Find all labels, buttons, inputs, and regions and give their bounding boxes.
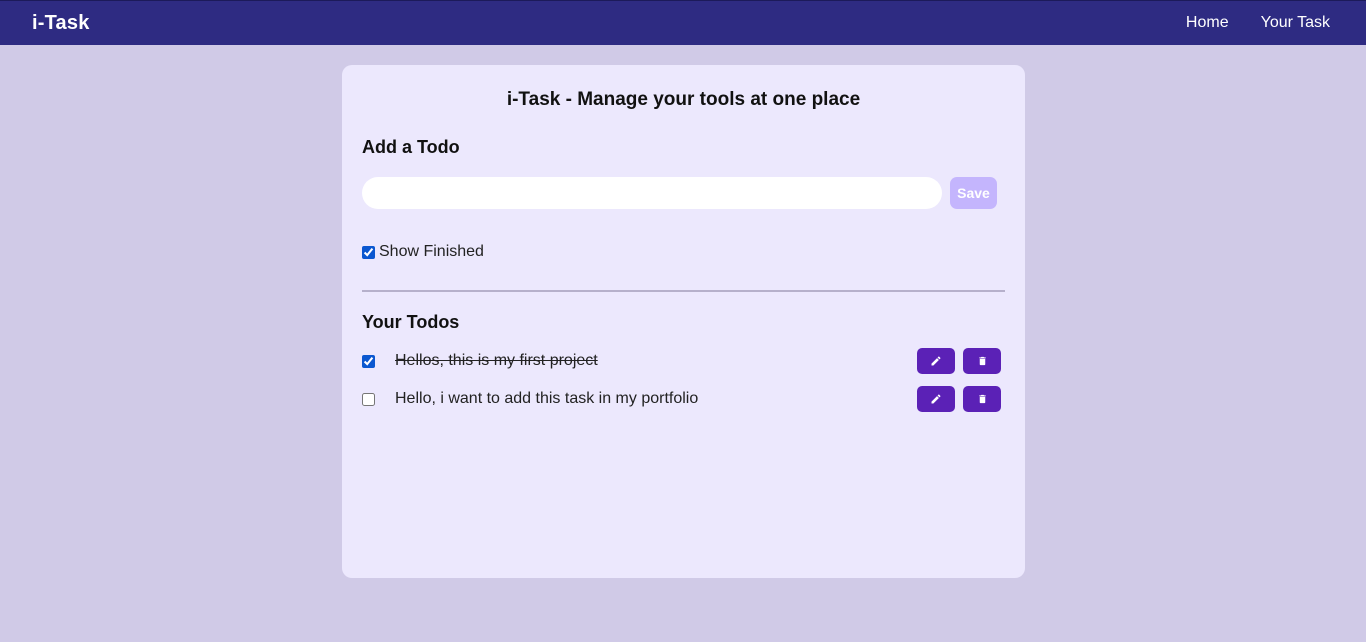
navbar: i-Task Home Your Task [0, 0, 1366, 45]
nav-link-your-task[interactable]: Your Task [1261, 14, 1330, 32]
todo-text: Hellos, this is my first project [395, 352, 598, 369]
todo-actions [917, 386, 1001, 412]
add-todo-heading: Add a Todo [362, 137, 460, 157]
brand-logo[interactable]: i-Task [32, 12, 90, 35]
todo-item: Hello, i want to add this task in my por… [362, 386, 1001, 412]
delete-button[interactable] [963, 348, 1001, 374]
your-todos-heading: Your Todos [362, 312, 460, 332]
delete-button[interactable] [963, 386, 1001, 412]
page-title: i-Task - Manage your tools at one place [506, 89, 861, 110]
todo-text: Hello, i want to add this task in my por… [395, 390, 699, 407]
pencil-icon [931, 394, 941, 404]
show-finished-toggle[interactable]: Show Finished [362, 243, 484, 261]
edit-button[interactable] [917, 386, 955, 412]
todo-actions [917, 348, 1001, 374]
nav-links: Home Your Task [1186, 14, 1330, 32]
todo-input[interactable] [362, 177, 942, 209]
todo-complete-checkbox[interactable] [362, 354, 375, 368]
show-finished-checkbox[interactable] [362, 245, 375, 259]
edit-button[interactable] [917, 348, 955, 374]
save-button[interactable]: Save [950, 177, 997, 209]
todo-item: Hellos, this is my first project [362, 348, 1001, 374]
trash-icon [978, 394, 986, 404]
nav-link-home[interactable]: Home [1186, 14, 1229, 32]
todo-card: i-Task - Manage your tools at one place … [342, 65, 1025, 578]
divider [362, 290, 1005, 292]
trash-icon [978, 356, 986, 366]
pencil-icon [931, 356, 941, 366]
todo-complete-checkbox[interactable] [362, 392, 375, 406]
show-finished-label: Show Finished [379, 243, 484, 260]
